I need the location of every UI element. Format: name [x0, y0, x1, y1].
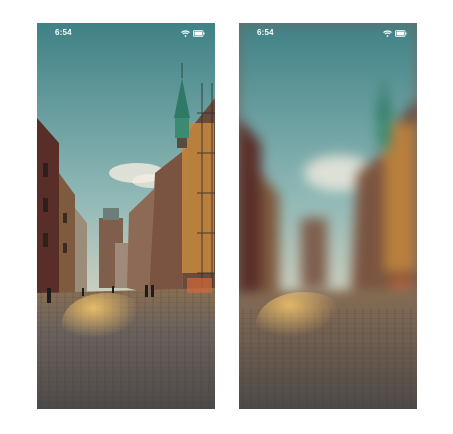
status-time: 6:54: [257, 28, 274, 37]
battery-icon: [193, 29, 205, 37]
status-bar: 6:54: [37, 23, 215, 43]
wifi-icon: [181, 29, 190, 37]
sharp-foreground: [239, 289, 417, 409]
comparison-canvas: 6:54 6:54: [0, 0, 453, 434]
phone-screen-blurred: 6:54: [239, 23, 417, 409]
street-photo-sharp: [37, 23, 215, 409]
status-icons: [181, 29, 205, 37]
wifi-icon: [383, 29, 392, 37]
status-time: 6:54: [55, 28, 72, 37]
status-bar: 6:54: [239, 23, 417, 43]
battery-icon: [395, 29, 407, 37]
phone-screen-sharp: 6:54: [37, 23, 215, 409]
status-icons: [383, 29, 407, 37]
